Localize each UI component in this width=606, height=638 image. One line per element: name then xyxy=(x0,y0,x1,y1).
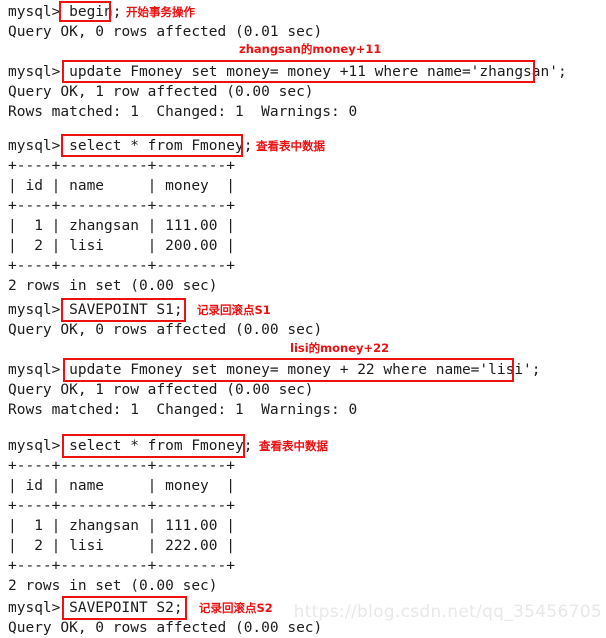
console-line: | id | name | money | xyxy=(8,478,235,494)
console-line: Rows matched: 1 Changed: 1 Warnings: 0 xyxy=(8,402,358,418)
console-line: 2 rows in set (0.00 sec) xyxy=(8,278,218,294)
note-zhangsan-plus-11: zhangsan的money+11 xyxy=(239,42,382,56)
note-begin-transaction: 开始事务操作 xyxy=(126,5,195,19)
console-line: +----+----------+--------+ xyxy=(8,258,235,274)
note-view-table-1: 查看表中数据 xyxy=(256,139,325,153)
console-line: mysql> update Fmoney set money= money + … xyxy=(8,362,541,378)
console-line: 2 rows in set (0.00 sec) xyxy=(8,578,218,594)
console-line: +----+----------+--------+ xyxy=(8,558,235,574)
console-line: +----+----------+--------+ xyxy=(8,498,235,514)
console-line: Query OK, 0 rows affected (0.00 sec) xyxy=(8,322,323,338)
console-line: Rows matched: 1 Changed: 1 Warnings: 0 xyxy=(8,104,358,120)
console-line: | 2 | lisi | 222.00 | xyxy=(8,538,235,554)
note-lisi-plus-22: lisi的money+22 xyxy=(290,341,390,355)
console-line: mysql> SAVEPOINT S2; xyxy=(8,600,183,616)
console-line: Query OK, 0 rows affected (0.01 sec) xyxy=(8,24,323,40)
console-line: +----+----------+--------+ xyxy=(8,198,235,214)
console-line: Query OK, 1 row affected (0.00 sec) xyxy=(8,382,314,398)
console-line: mysql> begin; xyxy=(8,4,122,20)
console-line: | id | name | money | xyxy=(8,178,235,194)
console-line: | 2 | lisi | 200.00 | xyxy=(8,238,235,254)
console-line: Query OK, 1 row affected (0.00 sec) xyxy=(8,84,314,100)
watermark-text: https://blog.csdn.net/qq_35456705 xyxy=(293,602,602,622)
console-line: | 1 | zhangsan | 111.00 | xyxy=(8,218,235,234)
note-view-table-2: 查看表中数据 xyxy=(259,439,328,453)
console-line: +----+----------+--------+ xyxy=(8,458,235,474)
console-line: mysql> update Fmoney set money= money +1… xyxy=(8,64,567,80)
console-line: +----+----------+--------+ xyxy=(8,158,235,174)
console-line: mysql> SAVEPOINT S1; xyxy=(8,302,183,318)
note-savepoint-s1: 记录回滚点S1 xyxy=(197,303,271,317)
mysql-terminal-output: mysql> begin; Query OK, 0 rows affected (… xyxy=(0,0,606,638)
console-line: | 1 | zhangsan | 111.00 | xyxy=(8,518,235,534)
console-line: mysql> select * from Fmoney; xyxy=(8,438,253,454)
console-line: mysql> select * from Fmoney; xyxy=(8,138,253,154)
note-savepoint-s2: 记录回滚点S2 xyxy=(199,601,273,615)
console-line: Query OK, 0 rows affected (0.00 sec) xyxy=(8,620,323,636)
